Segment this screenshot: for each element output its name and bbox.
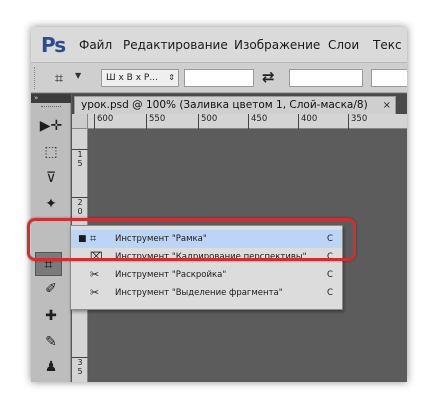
photoshop-window: Ps Файл Редактирование Изображение Слои … bbox=[31, 27, 407, 382]
flyout-item-label: Инструмент "Раскройка" bbox=[115, 270, 227, 280]
flyout-item-shortcut: C bbox=[327, 270, 333, 280]
flyout-item-shortcut: C bbox=[327, 288, 333, 298]
ruler-tick: 3 5 bbox=[72, 357, 88, 376]
photoshop-logo: Ps bbox=[41, 33, 66, 57]
width-field[interactable] bbox=[184, 69, 254, 87]
flyout-item-slice[interactable]: ✂ Инструмент "Раскройка" C bbox=[71, 266, 342, 284]
panel-grip[interactable] bbox=[41, 106, 61, 109]
quick-select-tool-icon[interactable]: ✦ bbox=[35, 192, 67, 216]
healing-brush-tool-icon[interactable]: ✚ bbox=[35, 304, 67, 328]
collapse-icon[interactable]: » bbox=[31, 94, 71, 103]
ruler-tick: 500 bbox=[198, 114, 217, 129]
horizontal-ruler[interactable]: 600 550 500 450 400 350 bbox=[88, 114, 407, 129]
slice-select-icon: ✂ bbox=[90, 286, 100, 299]
document-tab-bar: урок.psd @ 100% (Заливка цветом 1, Слой-… bbox=[72, 94, 407, 114]
ruler-tick: 400 bbox=[298, 114, 317, 129]
options-bar: ⌗ ▼ Ш x В x Р... ⇕ ⇄ bbox=[31, 63, 407, 93]
move-tool-icon[interactable]: ▶✛ bbox=[35, 114, 67, 138]
menu-edit[interactable]: Редактирование bbox=[123, 38, 228, 52]
swap-icon[interactable]: ⇄ bbox=[262, 68, 275, 86]
crop-preset-icon[interactable]: ⌗ bbox=[48, 68, 70, 88]
height-field[interactable] bbox=[289, 69, 363, 87]
document-title: урок.psd @ 100% (Заливка цветом 1, Слой-… bbox=[81, 99, 368, 111]
flyout-item-slice-select[interactable]: ✂ Инструмент "Выделение фрагмента" C bbox=[71, 284, 342, 302]
options-grip[interactable] bbox=[34, 67, 37, 89]
menu-image[interactable]: Изображение bbox=[234, 38, 320, 52]
ruler-tick: 2 0 bbox=[72, 197, 88, 216]
annotation-highlight bbox=[27, 218, 356, 261]
ruler-tick: 600 bbox=[94, 114, 113, 129]
document-tab[interactable]: урок.psd @ 100% (Заливка цветом 1, Слой-… bbox=[74, 96, 396, 114]
chevron-down-icon[interactable]: ▼ bbox=[75, 71, 81, 80]
slice-icon: ✂ bbox=[90, 268, 100, 281]
ruler-tick: 350 bbox=[348, 114, 367, 129]
ruler-corner[interactable] bbox=[72, 114, 88, 129]
ratio-select-value: Ш x В x Р... bbox=[106, 73, 158, 83]
flyout-item-label: Инструмент "Выделение фрагмента" bbox=[115, 288, 283, 298]
menu-text[interactable]: Текс bbox=[373, 38, 402, 52]
marquee-tool-icon[interactable]: ⬚ bbox=[35, 140, 67, 164]
select-arrows-icon: ⇕ bbox=[168, 73, 175, 82]
resolution-field[interactable] bbox=[371, 69, 407, 87]
eyedropper-tool-icon[interactable]: ✐ bbox=[35, 277, 67, 301]
stamp-tool-icon[interactable]: ♟ bbox=[35, 355, 67, 379]
brush-tool-icon[interactable]: ✎ bbox=[35, 330, 67, 354]
menu-bar: Ps Файл Редактирование Изображение Слои … bbox=[31, 27, 407, 63]
lasso-tool-icon[interactable]: ⊽ bbox=[35, 166, 67, 190]
ruler-tick: 450 bbox=[248, 114, 267, 129]
ratio-select[interactable]: Ш x В x Р... ⇕ bbox=[101, 69, 179, 87]
menu-file[interactable]: Файл bbox=[79, 38, 112, 52]
ruler-tick: 550 bbox=[146, 114, 165, 129]
close-icon[interactable]: × bbox=[383, 97, 391, 114]
ruler-tick: 1 5 bbox=[72, 149, 88, 168]
menu-layers[interactable]: Слои bbox=[328, 38, 359, 52]
